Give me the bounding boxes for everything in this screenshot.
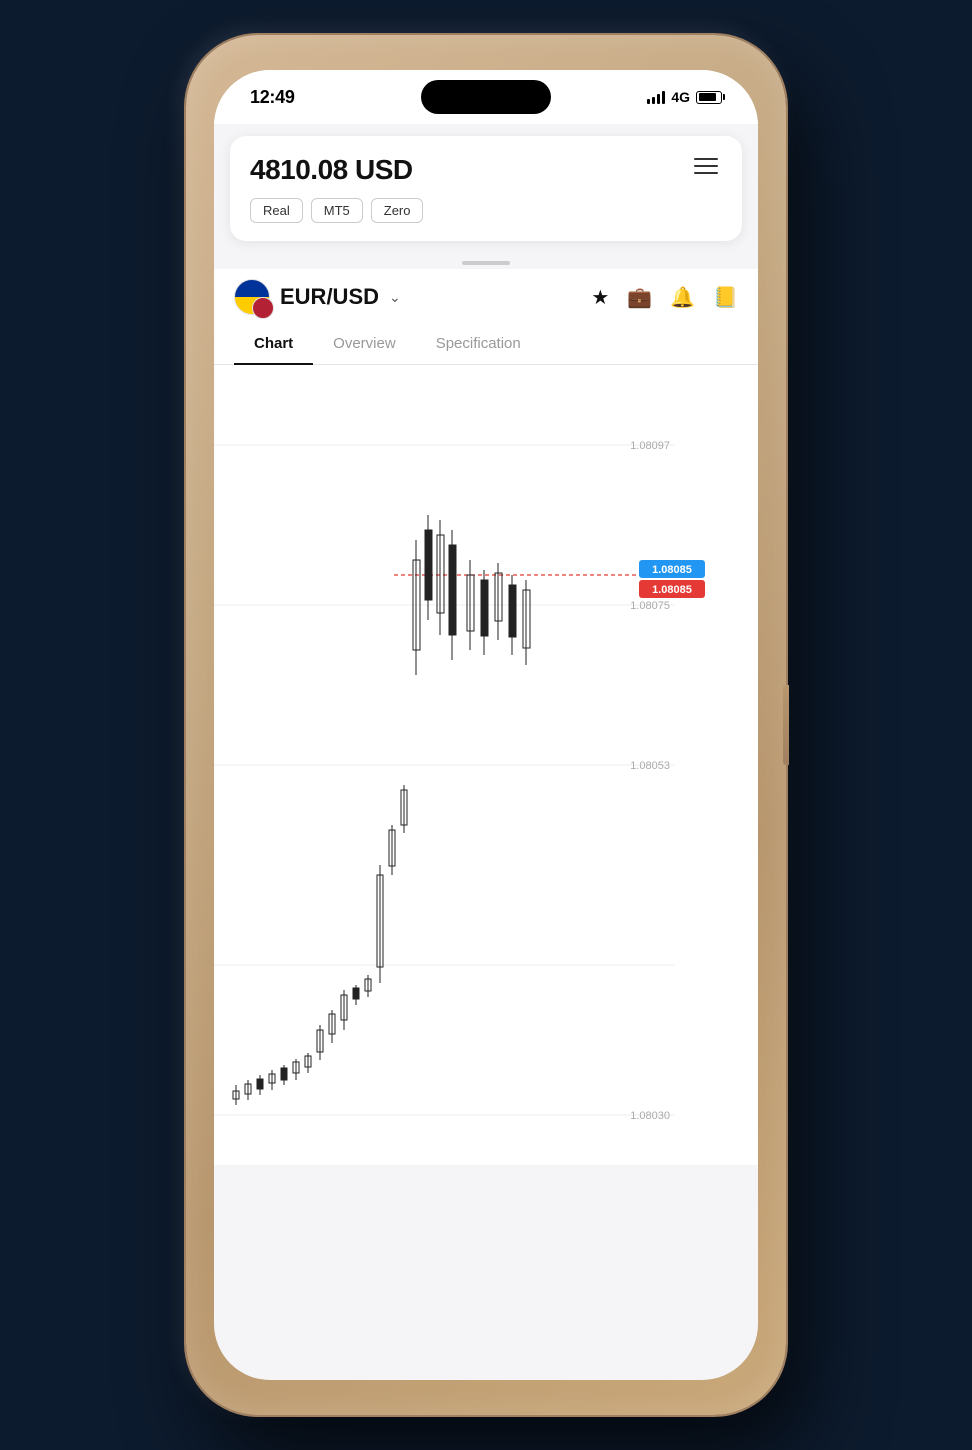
currency-flag	[234, 279, 270, 315]
battery-icon	[696, 91, 722, 104]
divider-handle	[214, 253, 758, 269]
calculator-icon[interactable]: 📒	[713, 285, 738, 310]
tag-real[interactable]: Real	[250, 198, 303, 223]
price-badge-red: 1.08085	[652, 584, 692, 596]
price-label-4: 1.08053	[630, 760, 670, 772]
side-button	[783, 685, 789, 765]
status-bar: 12:49 4G	[214, 70, 758, 124]
instrument-header: EUR/USD ⌄ ★ 💼 🔔 📒	[214, 269, 758, 323]
price-label-3: 1.08075	[630, 600, 670, 612]
candlestick-chart: 1.08097 1.08075 1.08053 1.08030 1.08085 …	[214, 365, 758, 1165]
tab-specification[interactable]: Specification	[416, 323, 541, 364]
tag-zero[interactable]: Zero	[371, 198, 424, 223]
chart-svg: 1.08097 1.08075 1.08053 1.08030 1.08085 …	[214, 365, 758, 1165]
chart-area: 1.08097 1.08075 1.08053 1.08030 1.08085 …	[214, 365, 758, 1165]
favorite-icon[interactable]: ★	[591, 285, 609, 310]
price-label-5: 1.08030	[630, 1110, 670, 1122]
account-tags: Real MT5 Zero	[250, 198, 722, 223]
tab-overview[interactable]: Overview	[313, 323, 416, 364]
chevron-down-icon[interactable]: ⌄	[389, 289, 401, 306]
status-right: 4G	[647, 89, 722, 105]
account-balance: 4810.08 USD	[250, 154, 413, 186]
tabs-row: Chart Overview Specification	[214, 323, 758, 365]
usd-flag	[252, 297, 274, 319]
briefcase-icon[interactable]: 💼	[627, 285, 652, 310]
instrument-actions: ★ 💼 🔔 📒	[591, 285, 738, 310]
tab-chart[interactable]: Chart	[234, 323, 313, 364]
status-time: 12:49	[250, 87, 295, 108]
price-badge-blue: 1.08085	[652, 564, 692, 576]
phone-screen: 12:49 4G 4810.08 USD Real	[214, 70, 758, 1380]
network-label: 4G	[671, 89, 690, 105]
instrument-name: EUR/USD	[280, 284, 379, 310]
menu-button[interactable]	[690, 154, 722, 178]
dynamic-island	[421, 80, 551, 114]
bell-icon[interactable]: 🔔	[670, 285, 695, 310]
price-label-1: 1.08097	[630, 440, 670, 452]
signal-icon	[647, 90, 665, 104]
phone-frame: 12:49 4G 4810.08 USD Real	[186, 35, 786, 1415]
account-card: 4810.08 USD Real MT5 Zero	[230, 136, 742, 241]
tag-mt5[interactable]: MT5	[311, 198, 363, 223]
